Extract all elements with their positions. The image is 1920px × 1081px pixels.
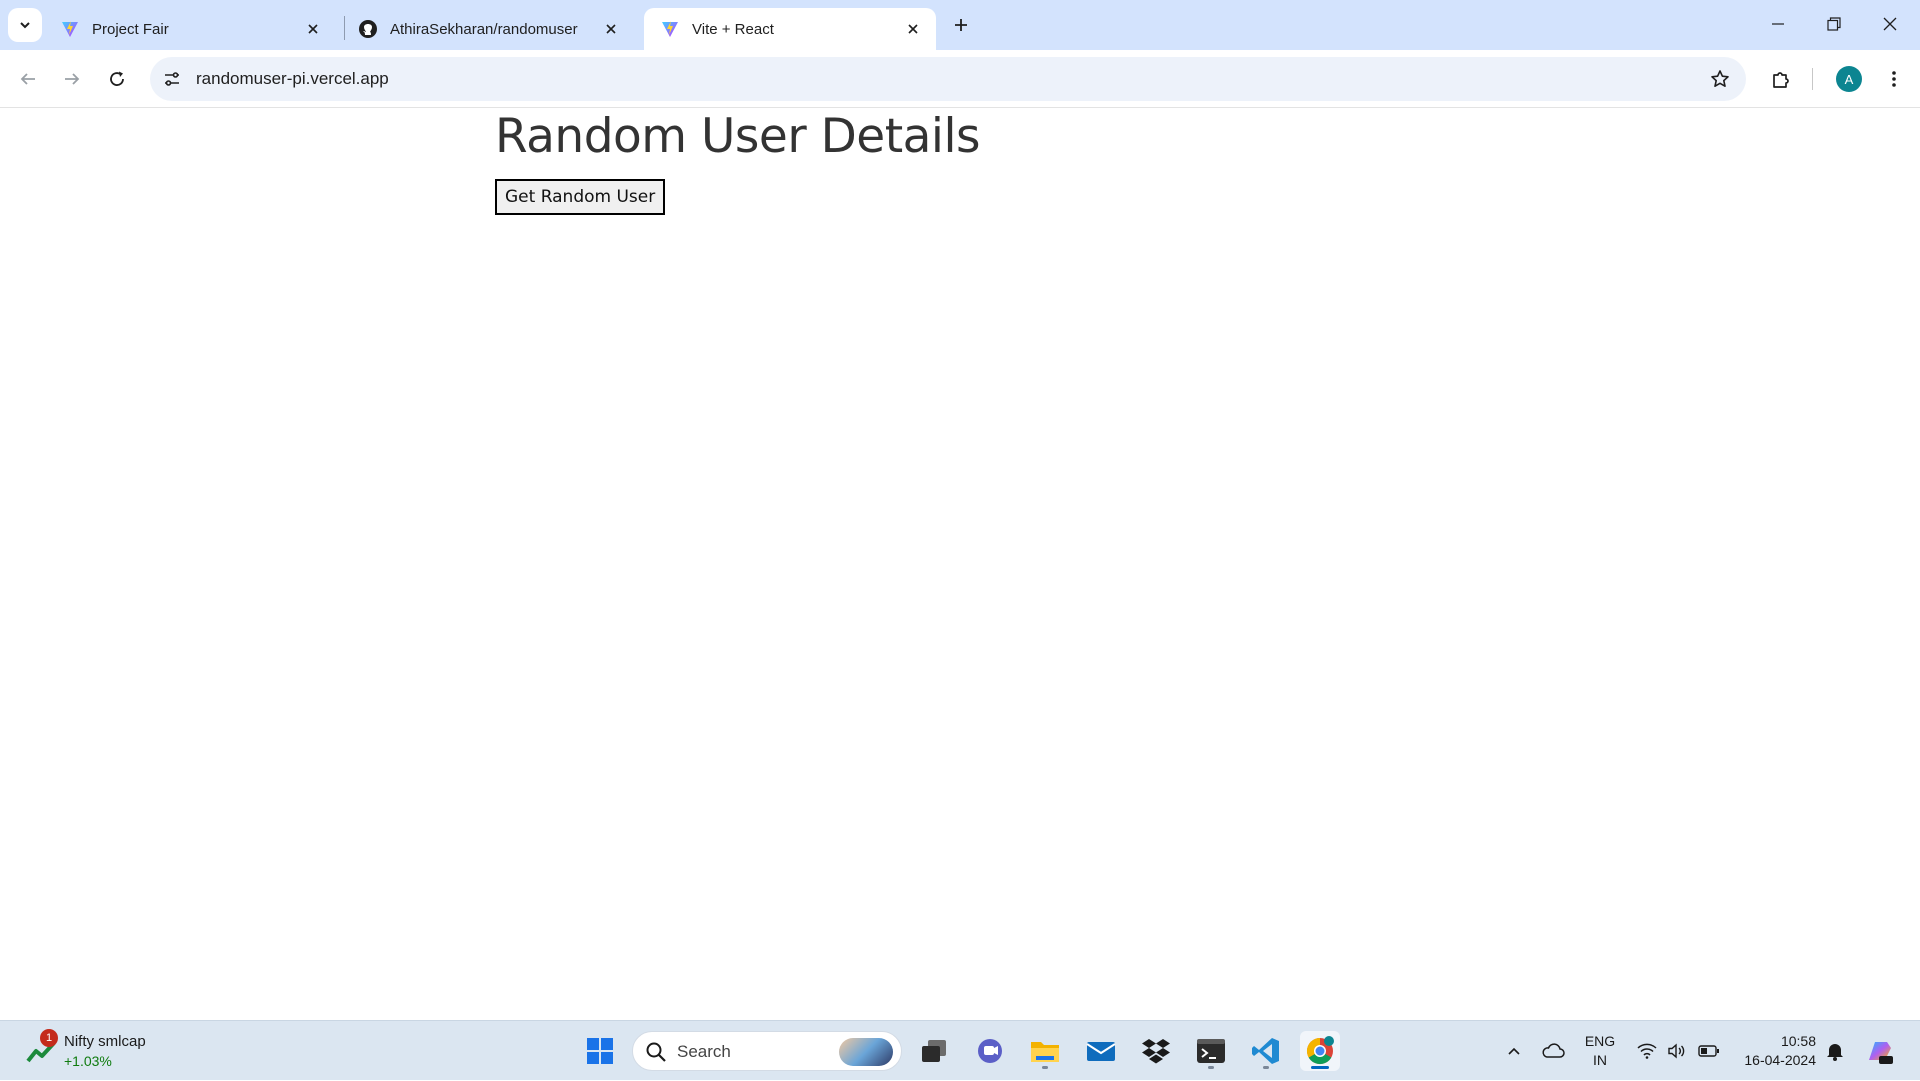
page-title: Random User Details <box>495 109 981 164</box>
close-icon[interactable] <box>902 18 924 40</box>
search-highlight-image <box>839 1038 893 1066</box>
tab-title: AthiraSekharan/randomuser <box>390 20 578 38</box>
arrow-left-icon <box>20 73 35 85</box>
taskbar-search[interactable]: Search <box>632 1031 902 1071</box>
task-view-button[interactable] <box>914 1031 954 1071</box>
chevron-up-icon <box>1508 1047 1520 1055</box>
get-random-user-button[interactable]: Get Random User <box>495 179 666 215</box>
running-indicator <box>1042 1066 1048 1069</box>
widget-name: Nifty smlcap <box>64 1033 146 1050</box>
profile-avatar[interactable]: A <box>1836 66 1862 92</box>
chrome-icon <box>1306 1036 1334 1065</box>
tab-strip: Project Fair AthiraSekharan/randomuser V… <box>0 0 1920 50</box>
arrow-right-icon <box>65 73 80 85</box>
tab-search-button[interactable] <box>8 8 42 42</box>
minimize-button[interactable] <box>1750 0 1806 48</box>
copilot-icon <box>1869 1042 1893 1064</box>
language-indicator[interactable]: ENG IN <box>1584 1032 1616 1070</box>
plus-icon <box>955 19 967 31</box>
puzzle-icon <box>1773 72 1789 88</box>
vscode-button[interactable] <box>1246 1031 1286 1071</box>
language-code: ENG <box>1584 1033 1616 1049</box>
start-button[interactable] <box>580 1031 620 1071</box>
vite-icon <box>60 19 80 39</box>
mail-icon <box>1086 1042 1116 1061</box>
terminal-button[interactable] <box>1191 1031 1231 1071</box>
mail-button[interactable] <box>1081 1031 1121 1071</box>
address-bar[interactable]: randomuser-pi.vercel.app <box>150 57 1746 101</box>
task-view-icon <box>922 1040 946 1062</box>
wifi-icon <box>1637 1043 1657 1059</box>
cloud-icon <box>1542 1043 1565 1058</box>
battery-icon <box>1698 1045 1719 1057</box>
network-button[interactable] <box>1634 1021 1660 1081</box>
close-window-button[interactable] <box>1862 0 1918 48</box>
search-placeholder: Search <box>677 1042 731 1061</box>
clock[interactable]: 10:58 16-04-2024 <box>1734 1032 1816 1070</box>
new-tab-button[interactable] <box>946 10 976 40</box>
forward-button[interactable] <box>54 61 90 97</box>
bookmark-star-icon[interactable] <box>1708 67 1732 91</box>
taskbar: 1 Nifty smlcap +1.03% Search ENG IN 10:5… <box>0 1020 1920 1080</box>
dropbox-button[interactable] <box>1136 1031 1176 1071</box>
reload-icon <box>110 71 124 86</box>
stock-widget[interactable]: 1 Nifty smlcap +1.03% <box>22 1029 182 1073</box>
clock-time: 10:58 <box>1780 1033 1816 1049</box>
more-vert-icon <box>1892 71 1896 87</box>
search-icon <box>646 1042 666 1062</box>
tab-title: Vite + React <box>692 20 774 38</box>
onedrive-button[interactable] <box>1538 1021 1568 1081</box>
show-hidden-icons-button[interactable] <box>1500 1021 1528 1081</box>
speaker-icon <box>1668 1043 1685 1059</box>
chat-icon <box>978 1039 1002 1063</box>
file-explorer-button[interactable] <box>1025 1031 1065 1071</box>
page-content: Random User Details Get Random User <box>0 109 1920 1020</box>
chevron-down-icon <box>20 22 30 29</box>
toolbar-divider <box>1812 68 1813 90</box>
tab-vite-react[interactable]: Vite + React <box>644 8 936 50</box>
browser-menu-button[interactable] <box>1876 61 1912 97</box>
reload-button[interactable] <box>99 61 135 97</box>
clock-date: 16-04-2024 <box>1744 1052 1816 1068</box>
bell-icon <box>1827 1044 1843 1061</box>
volume-button[interactable] <box>1664 1021 1690 1081</box>
terminal-icon <box>1197 1039 1225 1063</box>
folder-icon <box>1031 1042 1059 1062</box>
notification-badge: 1 <box>40 1029 58 1047</box>
back-button[interactable] <box>10 61 46 97</box>
vite-icon <box>660 19 680 39</box>
active-indicator <box>1311 1066 1329 1069</box>
region-code: IN <box>1593 1052 1607 1068</box>
tab-github-randomuser[interactable]: AthiraSekharan/randomuser <box>342 8 634 50</box>
dropbox-icon <box>1142 1039 1170 1064</box>
github-icon <box>358 19 378 39</box>
restore-button[interactable] <box>1806 0 1862 48</box>
restore-icon <box>1827 17 1841 31</box>
tab-title: Project Fair <box>92 20 169 38</box>
tab-project-fair[interactable]: Project Fair <box>44 8 336 50</box>
site-settings-icon[interactable] <box>160 67 184 91</box>
browser-toolbar: randomuser-pi.vercel.app A <box>0 50 1920 108</box>
url-text[interactable]: randomuser-pi.vercel.app <box>196 69 389 89</box>
windows-icon <box>587 1038 613 1064</box>
chrome-button[interactable] <box>1300 1031 1340 1071</box>
close-icon <box>1883 17 1897 31</box>
widget-value: +1.03% <box>64 1053 112 1069</box>
extensions-button[interactable] <box>1763 61 1799 97</box>
running-indicator <box>1208 1066 1214 1069</box>
minimize-icon <box>1772 23 1784 25</box>
close-icon[interactable] <box>302 18 324 40</box>
battery-button[interactable] <box>1694 1021 1724 1081</box>
vscode-icon <box>1252 1038 1279 1064</box>
teams-chat-button[interactable] <box>970 1031 1010 1071</box>
running-indicator <box>1263 1066 1269 1069</box>
notifications-button[interactable] <box>1822 1021 1848 1081</box>
copilot-button[interactable] <box>1862 1021 1898 1081</box>
close-icon[interactable] <box>600 18 622 40</box>
